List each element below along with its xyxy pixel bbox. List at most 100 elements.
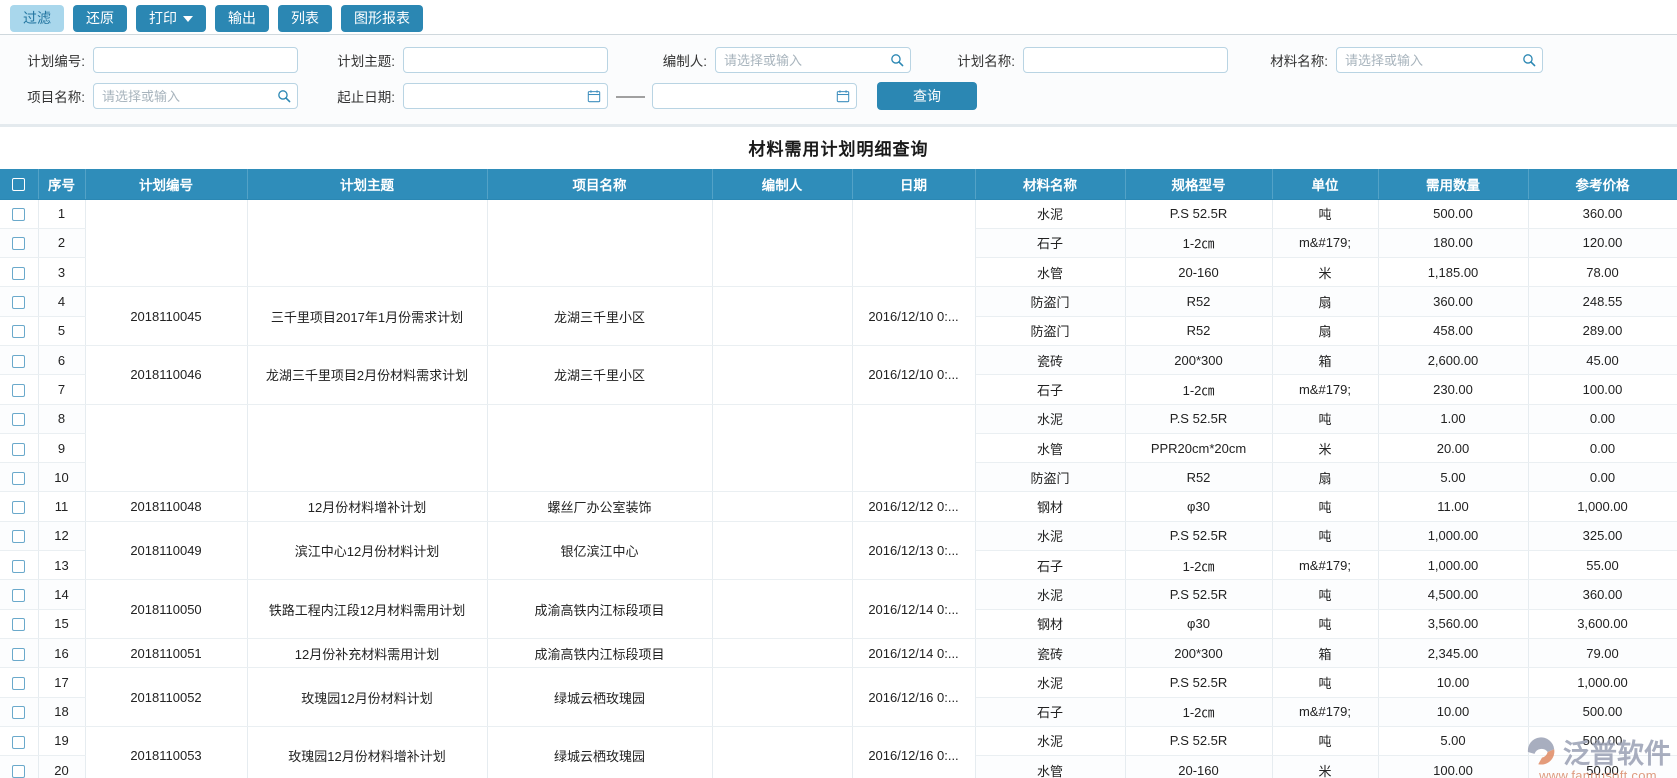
calendar-icon[interactable] (830, 84, 856, 108)
export-button[interactable]: 输出 (215, 5, 269, 32)
row-checkbox[interactable] (12, 501, 26, 515)
select-all-header[interactable] (0, 169, 39, 200)
row-select-cell[interactable] (0, 638, 39, 669)
cell-project[interactable]: 银亿滨江中心 (487, 521, 713, 581)
table-row[interactable]: 12 2018110049 滨江中心12月份材料计划 银亿滨江中心 2016/12/13… (0, 521, 1677, 581)
row-select-cell[interactable] (0, 579, 39, 610)
column-header[interactable]: 需用数量 (1378, 169, 1529, 200)
row-checkbox[interactable] (12, 266, 26, 280)
row-checkbox[interactable] (12, 325, 26, 339)
row-checkbox[interactable] (12, 296, 26, 310)
row-select-cell[interactable] (0, 462, 39, 493)
row-checkbox[interactable] (12, 647, 26, 661)
cell-plan-topic[interactable]: 玫瑰园12月份材料计划 (247, 667, 488, 727)
search-icon[interactable] (884, 48, 910, 72)
table-row[interactable]: 17 2018110052 玫瑰园12月份材料计划 绿城云栖玫瑰园 2016/12/16… (0, 667, 1677, 727)
column-header[interactable]: 序号 (38, 169, 86, 200)
row-select-cell[interactable] (0, 550, 39, 581)
table-row[interactable]: 4 2018110045 三千里项目2017年1月份需求计划 龙湖三千里小区 2016/… (0, 286, 1677, 346)
cell-project[interactable] (487, 199, 713, 288)
cell-project[interactable]: 成渝高铁内江标段项目 (487, 638, 713, 669)
plan-topic-input[interactable] (404, 48, 607, 72)
row-checkbox[interactable] (12, 383, 26, 397)
cell-plan-code[interactable]: 2018110048 (85, 491, 248, 522)
table-row[interactable]: 6 2018110046 龙湖三千里项目2月份材料需求计划 龙湖三千里小区 2016/1… (0, 345, 1677, 405)
row-checkbox[interactable] (12, 676, 26, 690)
calendar-icon[interactable] (581, 84, 607, 108)
row-checkbox[interactable] (12, 559, 26, 573)
row-select-cell[interactable] (0, 374, 39, 405)
date-end-input[interactable] (653, 84, 830, 108)
row-checkbox[interactable] (12, 706, 26, 720)
row-select-cell[interactable] (0, 433, 39, 464)
cell-plan-code[interactable]: 2018110046 (85, 345, 248, 405)
row-select-cell[interactable] (0, 491, 39, 522)
date-start-input[interactable] (404, 84, 581, 108)
plan-topic-control[interactable] (403, 47, 608, 73)
filter-button[interactable]: 过滤 (10, 5, 64, 32)
row-checkbox[interactable] (12, 442, 26, 456)
cell-plan-topic[interactable]: 龙湖三千里项目2月份材料需求计划 (247, 345, 488, 405)
row-select-cell[interactable] (0, 726, 39, 757)
cell-project[interactable]: 螺丝厂办公室装饰 (487, 491, 713, 522)
column-header[interactable]: 计划编号 (85, 169, 248, 200)
row-select-cell[interactable] (0, 228, 39, 259)
cell-plan-code[interactable]: 2018110052 (85, 667, 248, 727)
print-button[interactable]: 打印 (136, 5, 206, 32)
row-checkbox[interactable] (12, 208, 26, 222)
column-header[interactable]: 编制人 (712, 169, 853, 200)
cell-plan-code[interactable]: 2018110049 (85, 521, 248, 581)
maker-control[interactable] (715, 47, 911, 73)
row-checkbox[interactable] (12, 413, 26, 427)
row-checkbox[interactable] (12, 237, 26, 251)
restore-button[interactable]: 还原 (73, 5, 127, 32)
select-all-checkbox[interactable] (12, 178, 26, 192)
cell-project[interactable]: 龙湖三千里小区 (487, 345, 713, 405)
row-select-cell[interactable] (0, 257, 39, 288)
project-name-control[interactable] (93, 83, 298, 109)
column-header[interactable]: 材料名称 (975, 169, 1126, 200)
material-name-input[interactable] (1337, 48, 1516, 72)
date-start-control[interactable] (403, 83, 608, 109)
column-header[interactable]: 规格型号 (1125, 169, 1273, 200)
plan-name-input[interactable] (1024, 48, 1227, 72)
row-select-cell[interactable] (0, 697, 39, 727)
cell-plan-topic[interactable]: 玫瑰园12月份材料增补计划 (247, 726, 488, 778)
table-row[interactable]: 1 水泥 P.S 52.5R 吨 500.00 360.00 (0, 199, 1677, 288)
cell-plan-topic[interactable]: 12月份材料增补计划 (247, 491, 488, 522)
cell-project[interactable]: 绿城云栖玫瑰园 (487, 667, 713, 727)
list-button[interactable]: 列表 (278, 5, 332, 32)
row-checkbox[interactable] (12, 354, 26, 368)
plan-code-input[interactable] (94, 48, 297, 72)
maker-input[interactable] (716, 48, 884, 72)
cell-project[interactable]: 绿城云栖玫瑰园 (487, 726, 713, 778)
cell-plan-topic[interactable]: 三千里项目2017年1月份需求计划 (247, 286, 488, 346)
column-header[interactable]: 计划主题 (247, 169, 488, 200)
row-select-cell[interactable] (0, 609, 39, 639)
row-select-cell[interactable] (0, 316, 39, 346)
column-header[interactable]: 参考价格 (1528, 169, 1677, 200)
table-row[interactable]: 16 2018110051 12月份补充材料需用计划 成渝高铁内江标段项目 2016/1… (0, 638, 1677, 669)
row-select-cell[interactable] (0, 404, 39, 434)
table-row[interactable]: 19 2018110053 玫瑰园12月份材料增补计划 绿城云栖玫瑰园 2016/12/… (0, 726, 1677, 778)
row-select-cell[interactable] (0, 667, 39, 698)
row-select-cell[interactable] (0, 345, 39, 376)
row-checkbox[interactable] (12, 618, 26, 632)
row-checkbox[interactable] (12, 735, 26, 749)
search-icon[interactable] (1516, 48, 1542, 72)
cell-plan-topic[interactable] (247, 199, 488, 288)
cell-plan-code[interactable]: 2018110045 (85, 286, 248, 346)
cell-plan-code[interactable]: 2018110051 (85, 638, 248, 669)
plan-code-control[interactable] (93, 47, 298, 73)
cell-plan-code[interactable] (85, 404, 248, 493)
cell-project[interactable] (487, 404, 713, 493)
table-row[interactable]: 14 2018110050 铁路工程内江段12月材料需用计划 成渝高铁内江标段项目 20… (0, 579, 1677, 639)
column-header[interactable]: 日期 (852, 169, 976, 200)
material-name-control[interactable] (1336, 47, 1543, 73)
table-row[interactable]: 11 2018110048 12月份材料增补计划 螺丝厂办公室装饰 2016/12/12… (0, 491, 1677, 522)
row-checkbox[interactable] (12, 530, 26, 544)
chart-report-button[interactable]: 图形报表 (341, 5, 423, 32)
cell-project[interactable]: 成渝高铁内江标段项目 (487, 579, 713, 639)
row-checkbox[interactable] (12, 589, 26, 603)
column-header[interactable]: 项目名称 (487, 169, 713, 200)
